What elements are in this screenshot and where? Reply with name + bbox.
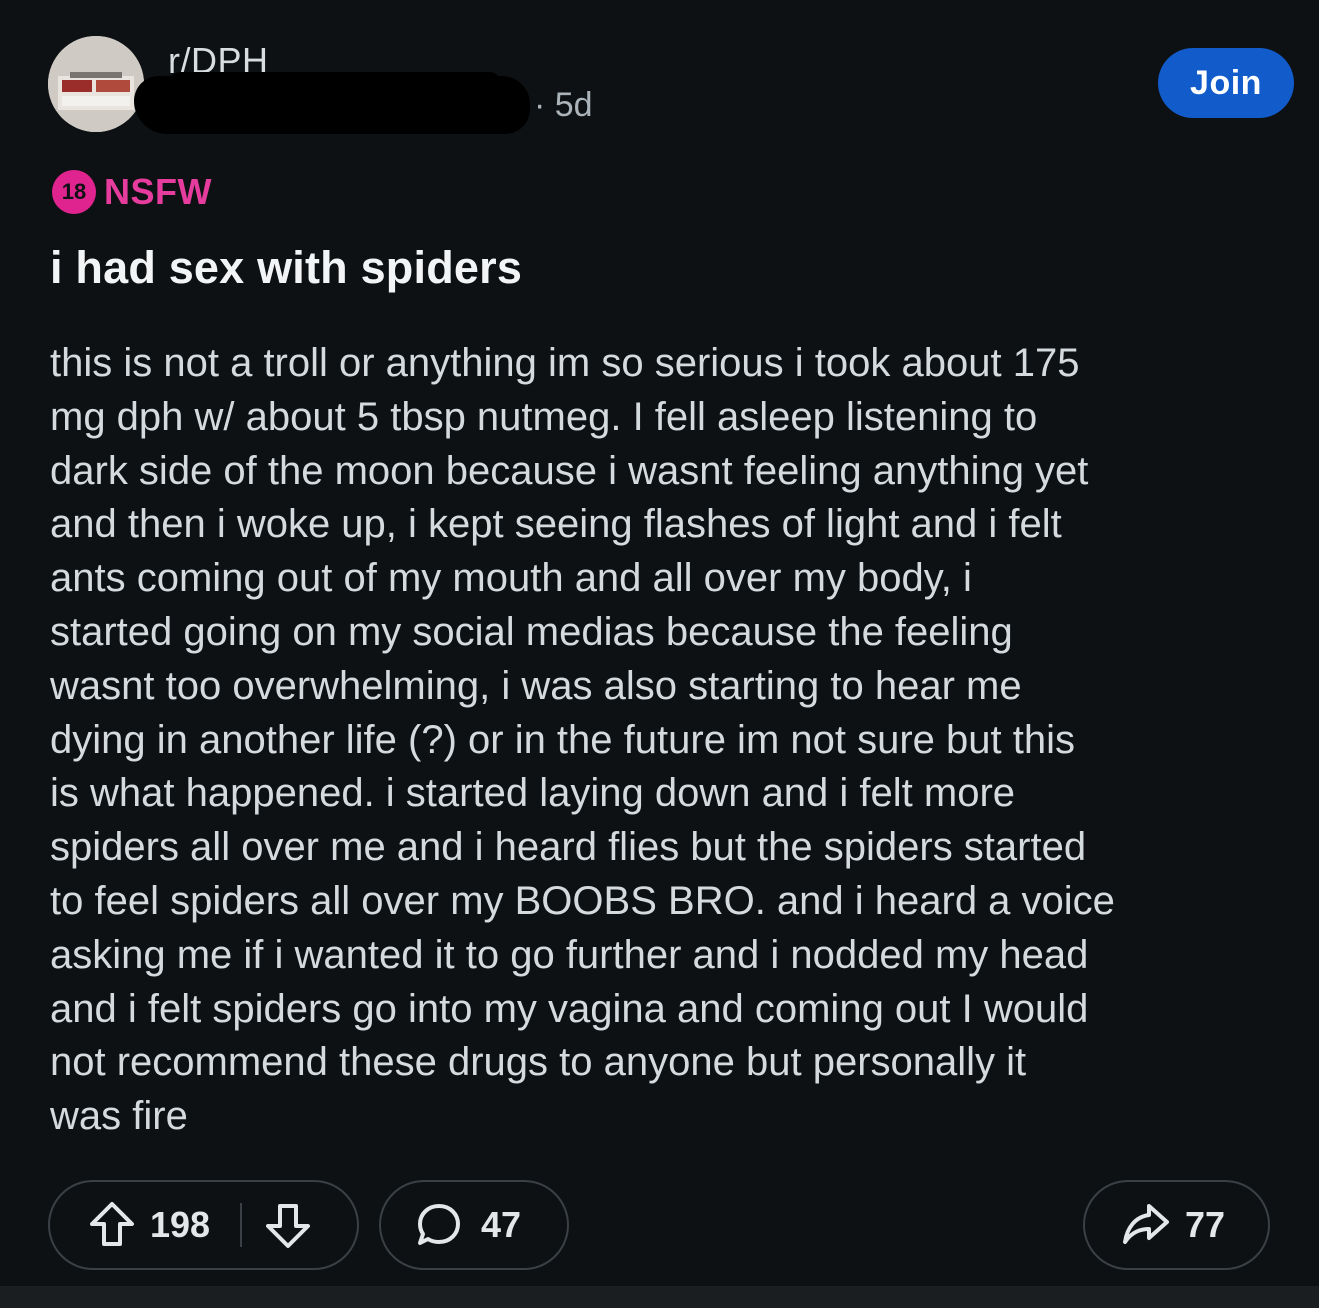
join-button[interactable]: Join [1158, 48, 1294, 118]
share-icon [1121, 1202, 1171, 1248]
comments-button[interactable]: 47 [379, 1180, 569, 1270]
post-body: this is not a troll or anything im so se… [50, 341, 1115, 1139]
nsfw-18-icon: 18 [52, 170, 96, 214]
post-card: r/DPH · 5d Join 18 NSFW i had sex with s… [0, 0, 1319, 1286]
subreddit-avatar[interactable] [48, 36, 144, 132]
redacted-username-edge [170, 72, 500, 92]
downvote-icon[interactable] [264, 1200, 312, 1250]
share-button[interactable]: 77 [1083, 1180, 1270, 1270]
comment-count: 47 [481, 1204, 522, 1245]
post-age: · 5d [534, 86, 593, 124]
comment-icon [415, 1201, 463, 1249]
upvote-count: 198 [150, 1204, 211, 1245]
vote-bar: 198 [48, 1180, 359, 1270]
bottom-edge [0, 1286, 1319, 1308]
nsfw-label: NSFW [104, 171, 212, 212]
post-title[interactable]: i had sex with spiders [50, 242, 522, 294]
nsfw-tag: 18 NSFW [52, 170, 212, 214]
vote-divider [240, 1203, 243, 1247]
share-count: 77 [1185, 1204, 1226, 1245]
upvote-icon[interactable] [88, 1200, 136, 1250]
